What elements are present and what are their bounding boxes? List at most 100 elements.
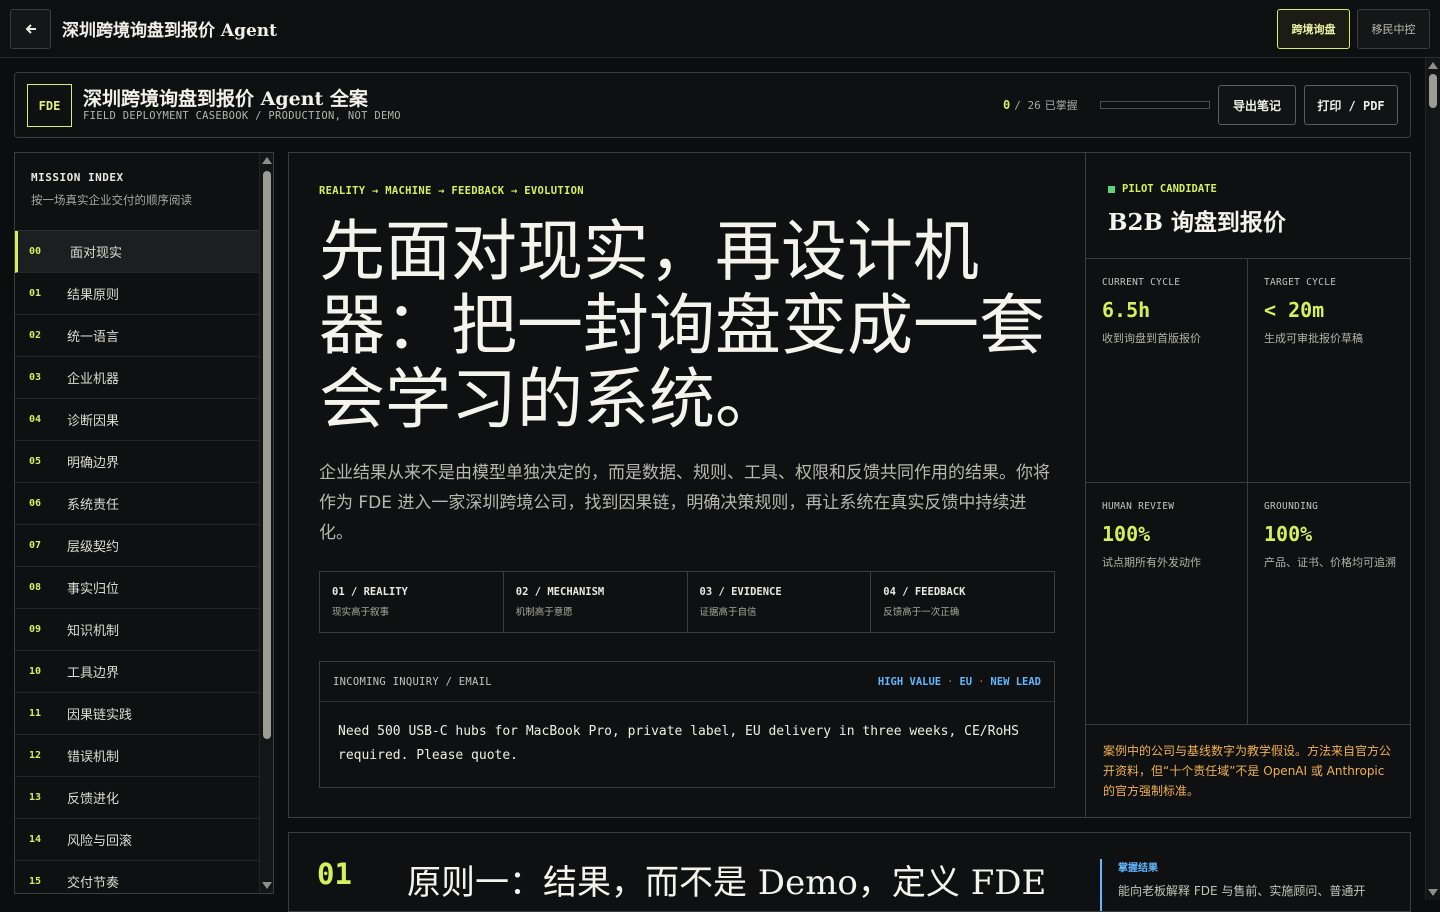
pillar-evidence: 03 / EVIDENCE 证据高于自信	[688, 572, 872, 632]
sidebar-item-08[interactable]: 08 事实归位	[15, 567, 259, 609]
hero-panel: REALITY → MACHINE → FEEDBACK → EVOLUTION…	[288, 152, 1411, 818]
sidebar-item-label: 反馈进化	[67, 792, 120, 807]
sidebar-header: MISSION INDEX 按一场真实企业交付的顺序阅读	[15, 153, 273, 231]
metric-human-review: HUMAN REVIEW 100% 试点期所有外发动作	[1086, 483, 1248, 725]
progress-counter: 0 / 26 已掌握	[1003, 97, 1078, 113]
sidebar-item-15[interactable]: 15 交付节奏	[15, 861, 259, 893]
sidebar-item-11[interactable]: 11 因果链实践	[15, 693, 259, 735]
metric-target-cycle: TARGET CYCLE < 20m 生成可审批报价草稿	[1248, 259, 1411, 483]
pillar-sub: 证据高于自信	[699, 607, 757, 618]
progress-label: 已掌握	[1044, 99, 1078, 112]
progress-total: / 26	[1014, 99, 1041, 112]
pillar-title: 04 / FEEDBACK	[883, 586, 966, 598]
page-scroll-thumb[interactable]	[1429, 74, 1437, 108]
pillar-sub: 机制高于意愿	[515, 607, 573, 618]
sidebar-item-number: 02	[29, 330, 42, 341]
pillar-mechanism: 02 / MECHANISM 机制高于意愿	[504, 572, 688, 632]
sidebar-item-12[interactable]: 12 错误机制	[15, 735, 259, 777]
sidebar-item-10[interactable]: 10 工具边界	[15, 651, 259, 693]
sidebar-item-label: 统一语言	[67, 330, 120, 345]
sidebar-item-09[interactable]: 09 知识机制	[15, 609, 259, 651]
incoming-inquiry-card: INCOMING INQUIRY / EMAIL HIGH VALUE · EU…	[319, 661, 1055, 788]
arrow-left-icon	[25, 24, 36, 34]
sidebar-item-number: 05	[29, 456, 42, 467]
hero-title: 先面对现实，再设计机器：把一封询盘变成一套会学习的系统。	[319, 213, 1045, 438]
pilot-header: PILOT CANDIDATE B2B 询盘到报价	[1086, 153, 1411, 259]
metric-value: 100%	[1102, 522, 1151, 546]
top-bar: 深圳跨境询盘到报价 Agent 跨境询盘 移民中控	[0, 0, 1440, 58]
sidebar-item-07[interactable]: 07 层级契约	[15, 525, 259, 567]
metric-desc: 试点期所有外发动作	[1102, 556, 1201, 569]
scroll-up-icon[interactable]	[262, 157, 272, 164]
sidebar-item-label: 知识机制	[67, 624, 120, 639]
mission-index-sidebar: MISSION INDEX 按一场真实企业交付的顺序阅读 00 面对现实 01 结果原…	[14, 152, 274, 894]
sidebar-item-label: 结果原则	[67, 288, 120, 303]
sidebar-item-number: 03	[29, 372, 42, 383]
metric-label: CURRENT CYCLE	[1102, 277, 1181, 288]
sidebar-item-number: 09	[29, 624, 42, 635]
inquiry-header: INCOMING INQUIRY / EMAIL HIGH VALUE · EU…	[320, 662, 1054, 702]
scroll-down-icon[interactable]	[1428, 889, 1438, 896]
back-button[interactable]	[10, 9, 51, 49]
sidebar-item-05[interactable]: 05 明确边界	[15, 441, 259, 483]
sidebar-item-number: 07	[29, 540, 42, 551]
section-number: 01	[317, 857, 352, 891]
sidebar-item-number: 08	[29, 582, 42, 593]
hero-description: 企业结果从来不是由模型单独决定的，而是数据、规则、工具、权限和反馈共同作用的结果…	[319, 463, 1050, 543]
scroll-up-icon[interactable]	[1428, 62, 1438, 69]
metric-value: 6.5h	[1102, 298, 1151, 322]
pilot-tag-label: PILOT CANDIDATE	[1122, 183, 1217, 195]
case-subtitle: FIELD DEPLOYMENT CASEBOOK / PRODUCTION, …	[83, 110, 401, 122]
pillars: 01 / REALITY 现实高于叙事 02 / MECHANISM 机制高于意…	[319, 571, 1055, 633]
sidebar-scrollbar[interactable]	[259, 153, 273, 893]
progress-done: 0	[1003, 98, 1011, 112]
app-title: 深圳跨境询盘到报价 Agent	[62, 21, 278, 41]
sidebar-item-13[interactable]: 13 反馈进化	[15, 777, 259, 819]
sidebar-item-03[interactable]: 03 企业机器	[15, 357, 259, 399]
sidebar-item-01[interactable]: 01 结果原则	[15, 273, 259, 315]
sidebar-item-number: 14	[29, 834, 42, 845]
pillar-title: 01 / REALITY	[332, 586, 408, 598]
metric-value: 100%	[1264, 522, 1313, 546]
tab-cross-border-inquiry[interactable]: 跨境询盘	[1277, 9, 1350, 49]
sidebar-scroll-thumb[interactable]	[263, 171, 271, 739]
scroll-down-icon[interactable]	[262, 882, 272, 889]
sidebar-item-label: 交付节奏	[67, 876, 120, 891]
sidebar-item-label: 层级契约	[67, 540, 120, 555]
sidebar-item-label: 面对现实	[70, 246, 123, 261]
pillar-reality: 01 / REALITY 现实高于叙事	[320, 572, 504, 632]
sidebar-item-04[interactable]: 04 诊断因果	[15, 399, 259, 441]
section-principle-one: 01 原则一：结果，而不是 Demo，定义 FDE 掌握结果 能向老板解释 FD…	[288, 832, 1411, 912]
sidebar-item-number: 13	[29, 792, 42, 803]
tab-immigration-control[interactable]: 移民中控	[1357, 9, 1430, 49]
case-header: FDE 深圳跨境询盘到报价 Agent 全案 FIELD DEPLOYMENT …	[14, 72, 1411, 138]
sidebar-item-00[interactable]: 00 面对现实	[15, 231, 259, 273]
sidebar-item-06[interactable]: 06 系统责任	[15, 483, 259, 525]
sidebar-item-label: 因果链实践	[67, 708, 133, 723]
metric-desc: 收到询盘到首版报价	[1102, 332, 1201, 345]
sidebar-item-number: 04	[29, 414, 42, 425]
fde-badge: FDE	[27, 84, 72, 127]
inquiry-label: INCOMING INQUIRY / EMAIL	[333, 675, 492, 688]
export-notes-button[interactable]: 导出笔记	[1218, 85, 1296, 125]
page-scrollbar[interactable]	[1425, 58, 1440, 900]
sidebar-item-14[interactable]: 14 风险与回滚	[15, 819, 259, 861]
status-square-icon	[1108, 185, 1115, 193]
sidebar-item-label: 错误机制	[67, 750, 120, 765]
tag-separator: ·	[947, 675, 954, 688]
sidebar-item-number: 00	[29, 246, 42, 257]
sidebar-item-label: 事实归位	[67, 582, 120, 597]
tag-high-value: HIGH VALUE	[877, 675, 942, 688]
sidebar-item-label: 风险与回滚	[67, 834, 133, 849]
metric-label: GROUNDING	[1264, 501, 1319, 512]
metric-label: TARGET CYCLE	[1264, 277, 1337, 288]
print-pdf-button[interactable]: 打印 / PDF	[1304, 85, 1398, 125]
metric-value: < 20m	[1264, 298, 1325, 322]
metric-label: HUMAN REVIEW	[1102, 501, 1175, 512]
case-title: 深圳跨境询盘到报价 Agent 全案	[83, 88, 368, 110]
sidebar-item-02[interactable]: 02 统一语言	[15, 315, 259, 357]
sidebar-item-label: 工具边界	[67, 666, 120, 681]
metric-current-cycle: CURRENT CYCLE 6.5h 收到询盘到首版报价	[1086, 259, 1248, 483]
inquiry-body: Need 500 USB-C hubs for MacBook Pro, pri…	[338, 724, 1019, 763]
sidebar-title: MISSION INDEX	[31, 171, 124, 184]
